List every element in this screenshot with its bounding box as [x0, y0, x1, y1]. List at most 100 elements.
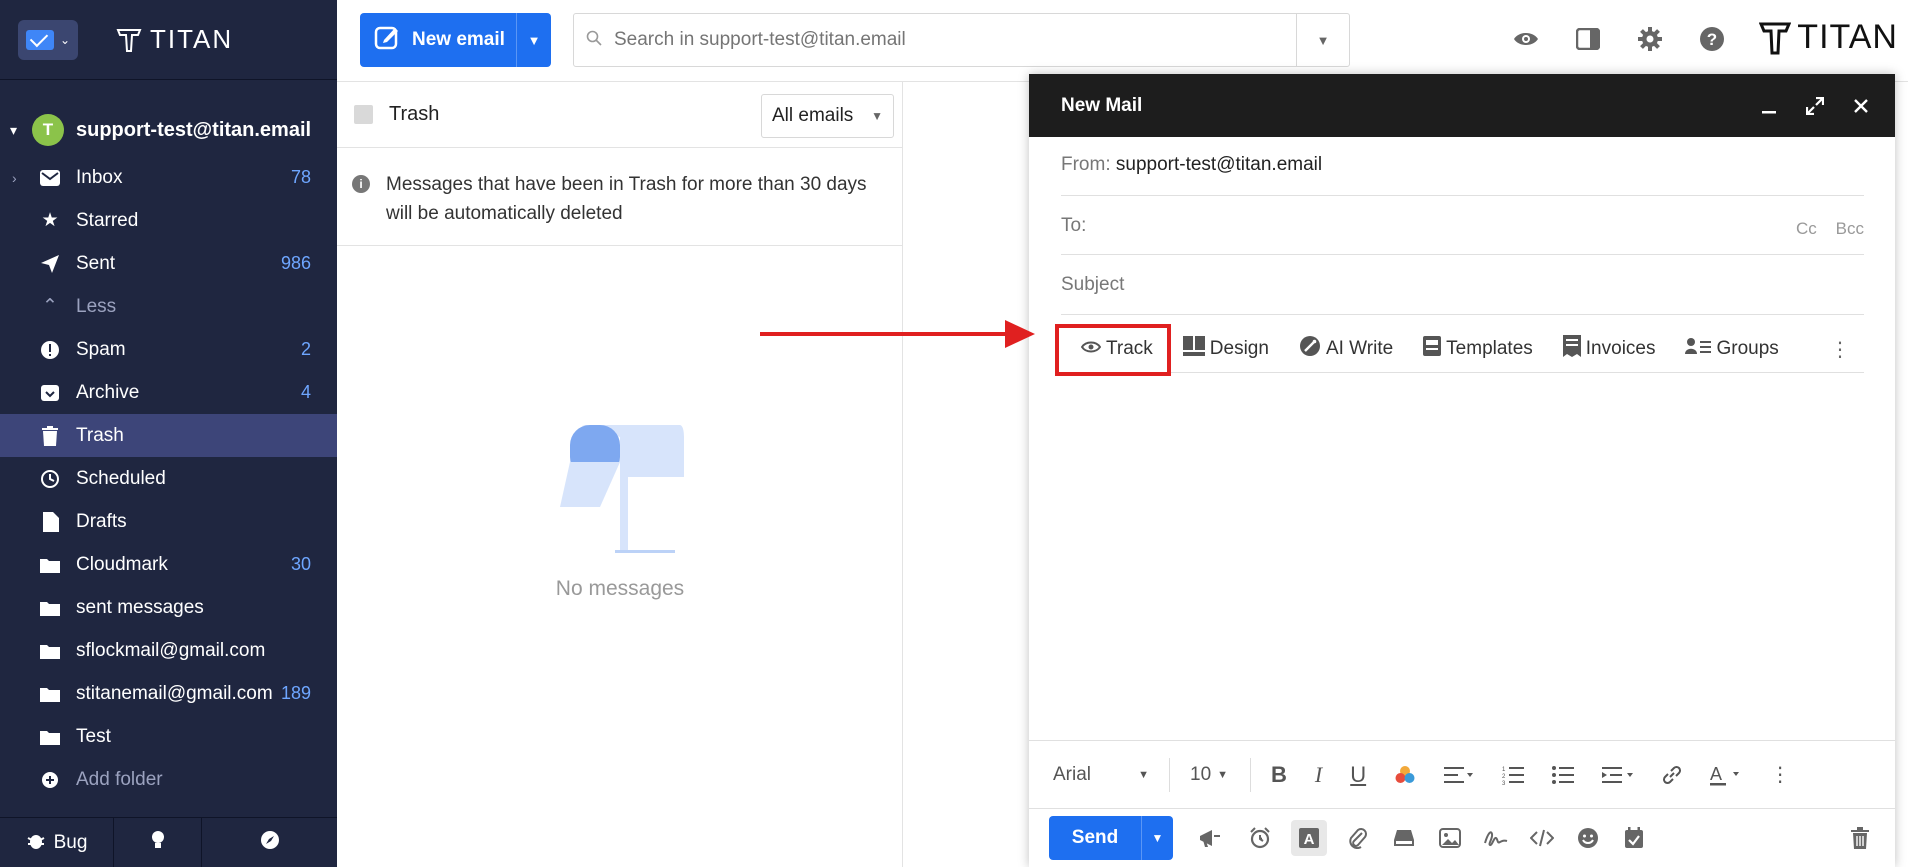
align-icon[interactable] — [1436, 757, 1482, 793]
image-icon[interactable] — [1435, 823, 1465, 853]
folder-drafts[interactable]: Drafts — [0, 500, 337, 543]
folder-title: Trash — [389, 103, 440, 125]
bcc-link[interactable]: Bcc — [1836, 219, 1864, 238]
from-label: From: — [1061, 154, 1111, 175]
track-button[interactable]: Track — [1055, 324, 1171, 376]
svg-text:3: 3 — [1502, 781, 1506, 785]
search-bar[interactable]: ▼ — [573, 13, 1350, 67]
font-size-value: 10 — [1190, 763, 1212, 785]
sidebar-footer: Bug — [0, 817, 337, 867]
text-format-icon[interactable]: A — [1291, 820, 1327, 856]
compose-tools: Track Design AI Write Templates Invoices… — [1055, 324, 1864, 376]
trash-icon — [38, 424, 62, 448]
reading-pane-icon[interactable] — [1573, 24, 1603, 54]
templates-button[interactable]: Templates — [1423, 336, 1533, 362]
titan-logo-text: TITAN — [150, 24, 234, 54]
app-switcher[interactable]: ⌄ — [18, 20, 78, 60]
folder-scheduled[interactable]: Scheduled — [0, 457, 337, 500]
numbered-list-icon[interactable]: 123 — [1494, 757, 1532, 793]
compose-icon — [374, 24, 400, 56]
new-email-dropdown-icon[interactable]: ▼ — [517, 33, 551, 48]
folder-count: 78 — [290, 167, 311, 187]
folder-trash[interactable]: Trash — [0, 414, 337, 457]
font-family-select[interactable]: Arial ▼ — [1045, 757, 1157, 793]
chevron-up-icon: ⌃ — [42, 296, 58, 317]
design-label: Design — [1209, 338, 1269, 359]
folder-inbox[interactable]: › Inbox 78 — [0, 156, 337, 199]
folder-stitanemail[interactable]: stitanemail@gmail.com 189 — [0, 672, 337, 715]
signature-icon[interactable] — [1481, 823, 1511, 853]
font-size-select[interactable]: 10 ▼ — [1182, 757, 1238, 793]
titan-brand-icon — [1759, 22, 1792, 54]
compass-button[interactable] — [202, 818, 337, 867]
folder-archive[interactable]: Archive 4 — [0, 371, 337, 414]
invoices-label: Invoices — [1585, 338, 1656, 359]
folder-sent[interactable]: Sent 986 — [0, 242, 337, 285]
calendar-check-icon[interactable] — [1619, 823, 1649, 853]
underline-icon[interactable]: U — [1342, 757, 1374, 793]
font-family-value: Arial — [1053, 763, 1092, 785]
chevron-right-icon[interactable]: › — [12, 170, 17, 186]
chevron-down-icon[interactable]: ▾ — [10, 122, 30, 139]
ai-write-button[interactable]: AI Write — [1299, 335, 1393, 363]
send-label: Send — [1049, 816, 1142, 860]
list-header: Trash All emails ▼ — [337, 82, 902, 148]
folder-spam[interactable]: Spam 2 — [0, 328, 337, 371]
indent-icon[interactable] — [1594, 757, 1642, 793]
cc-link[interactable]: Cc — [1796, 219, 1817, 238]
folder-less-toggle[interactable]: ⌃ Less — [0, 285, 337, 328]
folder-sent-messages[interactable]: sent messages — [0, 586, 337, 629]
eye-icon[interactable] — [1511, 24, 1541, 54]
bullet-list-icon[interactable] — [1544, 757, 1582, 793]
search-options-icon[interactable]: ▼ — [1296, 14, 1349, 66]
add-folder-button[interactable]: Add folder — [0, 758, 337, 801]
code-icon[interactable] — [1527, 823, 1557, 853]
invoices-button[interactable]: Invoices — [1562, 335, 1656, 363]
plus-icon — [38, 768, 62, 792]
sidebar-header: ⌄ TITAN — [0, 0, 337, 80]
folder-cloudmark[interactable]: Cloudmark 30 — [0, 543, 337, 586]
from-field[interactable]: From: support-test@titan.email — [1061, 154, 1864, 196]
send-button[interactable]: Send ▼ — [1049, 816, 1173, 860]
folder-count: 2 — [300, 339, 311, 359]
design-button[interactable]: Design — [1182, 336, 1269, 362]
ideas-button[interactable] — [114, 818, 202, 867]
svg-text:?: ? — [1707, 30, 1717, 49]
more-vertical-icon[interactable]: ⋮ — [1762, 757, 1798, 793]
help-icon[interactable]: ? — [1697, 24, 1727, 54]
select-all-checkbox[interactable] — [354, 105, 373, 124]
new-email-button[interactable]: New email ▼ — [360, 13, 551, 67]
folder-sflockmail[interactable]: sflockmail@gmail.com — [0, 629, 337, 672]
close-icon[interactable] — [1847, 92, 1875, 120]
groups-button[interactable]: Groups — [1685, 337, 1779, 361]
folder-label: Less — [76, 295, 117, 317]
search-input[interactable] — [614, 29, 1304, 51]
text-color-icon[interactable]: A — [1702, 757, 1750, 793]
subject-field[interactable]: Subject — [1061, 274, 1864, 315]
minimize-icon[interactable] — [1755, 92, 1783, 120]
more-vertical-icon[interactable]: ⋮ — [1830, 337, 1850, 362]
attachment-icon[interactable] — [1343, 823, 1373, 853]
megaphone-icon[interactable] — [1195, 823, 1225, 853]
email-filter-select[interactable]: All emails ▼ — [761, 94, 894, 138]
link-icon[interactable] — [1654, 757, 1690, 793]
new-email-main[interactable]: New email — [360, 13, 517, 67]
drive-icon[interactable] — [1389, 823, 1419, 853]
emoji-icon[interactable] — [1573, 823, 1603, 853]
send-options-icon[interactable]: ▼ — [1142, 831, 1173, 845]
discard-trash-icon[interactable] — [1845, 823, 1875, 853]
alarm-clock-icon[interactable] — [1245, 823, 1275, 853]
italic-icon[interactable]: I — [1307, 757, 1330, 793]
expand-icon[interactable] — [1801, 92, 1829, 120]
bug-report-button[interactable]: Bug — [0, 818, 114, 867]
bold-icon[interactable]: B — [1263, 757, 1295, 793]
to-field[interactable]: To: Cc Bcc — [1061, 215, 1864, 255]
folder-label: Add folder — [76, 768, 163, 790]
folder-test[interactable]: Test — [0, 715, 337, 758]
titan-logo-icon — [116, 28, 142, 52]
empty-mailbox-illustration — [560, 425, 684, 553]
account-row[interactable]: ▾ T support-test@titan.email — [0, 104, 337, 156]
folder-starred[interactable]: ★ Starred — [0, 199, 337, 242]
color-palette-icon[interactable] — [1386, 757, 1424, 793]
gear-icon[interactable] — [1635, 24, 1665, 54]
